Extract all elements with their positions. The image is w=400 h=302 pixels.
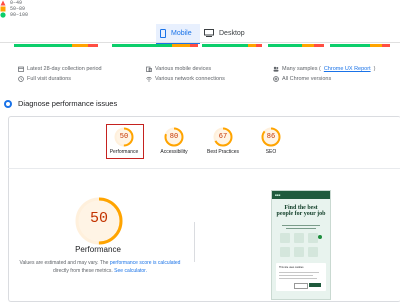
info-visit-durations: Full visit durations [18, 76, 71, 82]
chrome-icon [273, 76, 279, 82]
preview-heading: Find the best people for your job [276, 205, 326, 217]
gauge-accessibility[interactable]: 80 Accessibility [154, 127, 194, 155]
gauge-seo-score: 86 [266, 133, 276, 141]
gauge-best-practices-score: 67 [218, 133, 228, 141]
diagnose-title: Diagnose performance issues [18, 99, 118, 108]
info-network: Various network connections [146, 76, 225, 82]
distribution-bar-1 [14, 44, 98, 47]
performance-score-large: 50 [89, 210, 108, 227]
calendar-icon [18, 66, 24, 72]
distribution-bar-5 [330, 44, 390, 47]
performance-gauge-large: 50 [74, 196, 124, 246]
distribution-bar-2 [112, 44, 198, 47]
tab-mobile[interactable]: Mobile [156, 24, 200, 44]
performance-note-mid: directly from these metrics. [53, 268, 115, 274]
info-chrome-versions: All Chrome versions [273, 76, 331, 82]
vertical-divider [194, 222, 195, 262]
preview-brand-logo: ■■■ [275, 193, 281, 197]
phone-icon [160, 28, 166, 38]
preview-header-bar [272, 191, 330, 199]
info-devices: Various mobile devices [146, 66, 211, 72]
preview-dialog-primary-button [309, 283, 321, 287]
distribution-bar-3 [202, 44, 262, 47]
chrome-ux-report-link[interactable]: Chrome UX Report [324, 66, 371, 72]
preview-dialog-title: This site uses cookies [279, 266, 304, 269]
performance-score-calculated-link[interactable]: performance score is calculated [110, 260, 181, 266]
wifi-icon [146, 76, 152, 82]
distribution-bar-4 [268, 44, 324, 47]
see-calculator-link[interactable]: See calculator. [114, 268, 147, 274]
preview-dialog-line [279, 272, 319, 273]
performance-note-prefix: Values are estimated and may vary. The [19, 260, 110, 266]
preview-dialog-line [279, 278, 317, 279]
performance-note: Values are estimated and may vary. The p… [14, 259, 186, 275]
clock-icon [18, 76, 24, 82]
legend-good: 90–100 [0, 12, 400, 18]
info-devices-text: Various mobile devices [155, 66, 212, 72]
info-visit-durations-text: Full visit durations [27, 76, 72, 82]
preview-dialog-secondary-button [294, 283, 308, 289]
people-icon [273, 66, 279, 72]
gauge-best-practices-label: Best Practices [207, 149, 239, 155]
circle-icon [0, 12, 6, 18]
device-tabs: Mobile Desktop [0, 20, 400, 44]
preview-dialog-line [279, 275, 313, 276]
preview-subtext-line-2 [286, 228, 316, 229]
tab-desktop-label: Desktop [219, 29, 245, 37]
legend-good-range: 90–100 [10, 12, 29, 18]
gauge-seo[interactable]: 86 SEO [251, 127, 291, 155]
preview-cookie-dialog: This site uses cookies [276, 263, 326, 291]
info-samples: Many samples (Chrome UX Report) [273, 66, 375, 72]
info-chrome-versions-text: All Chrome versions [282, 76, 332, 82]
gauge-best-practices[interactable]: 67 Best Practices [203, 127, 243, 155]
monitor-icon [204, 29, 214, 37]
performance-title: Performance [75, 245, 121, 254]
preview-subtext-line [282, 225, 320, 226]
gauge-accessibility-score: 80 [169, 133, 179, 141]
info-samples-prefix: Many samples ( [282, 66, 321, 72]
info-collection-period-text: Latest 28-day collection period [27, 66, 102, 72]
selected-gauge-highlight [106, 124, 144, 159]
tab-mobile-label: Mobile [171, 29, 192, 37]
tab-desktop[interactable]: Desktop [204, 24, 245, 42]
preview-category-grid [280, 233, 318, 257]
gauge-seo-label: SEO [265, 149, 277, 155]
preview-green-dot [318, 235, 322, 239]
info-network-text: Various network connections [155, 76, 225, 82]
tab-divider [0, 42, 400, 43]
info-samples-suffix: ) [373, 66, 376, 72]
page-screenshot-preview: ■■■ Find the best people for your job Th… [271, 190, 331, 300]
diagnose-indicator-icon [4, 99, 12, 108]
diagnose-header: Diagnose performance issues [4, 99, 117, 108]
info-collection-period: Latest 28-day collection period [18, 66, 102, 72]
section-divider [8, 168, 400, 169]
gauge-accessibility-label: Accessibility [160, 149, 188, 155]
devices-icon [146, 66, 152, 72]
